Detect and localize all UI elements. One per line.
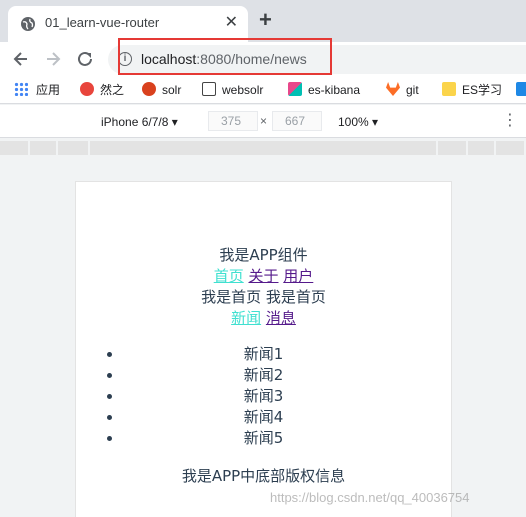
- close-icon[interactable]: ✕: [225, 14, 238, 32]
- browser-tab[interactable]: 01_learn-vue-router ✕: [8, 6, 248, 42]
- device-toolbar: iPhone 6/7/8 ▾ 375 × 667 100% ▾ ⋮: [0, 105, 526, 138]
- back-arrow-icon[interactable]: [10, 48, 32, 70]
- folder-icon: [442, 82, 456, 96]
- sub-nav: 新闻 消息: [76, 307, 451, 328]
- nav-link-user[interactable]: 用户: [283, 267, 313, 285]
- forward-arrow-icon[interactable]: [42, 48, 64, 70]
- bookmark-git[interactable]: git: [386, 82, 419, 98]
- url-highlight-annotation: [118, 38, 332, 75]
- globe-icon: [21, 17, 35, 31]
- gitlab-icon: [386, 82, 400, 96]
- bookmark-icon: [516, 82, 526, 96]
- app-footer: 我是APP中底部版权信息: [181, 467, 346, 485]
- device-height-input[interactable]: 667: [272, 111, 322, 131]
- more-options-icon[interactable]: ⋮: [502, 111, 518, 131]
- device-name: iPhone 6/7/8: [101, 115, 169, 129]
- watermark: https://blog.csdn.net/qq_40036754: [270, 490, 470, 505]
- device-viewport: 我是APP组件 首页 关于 用户 我是首页 我是首页 新闻 消息 新闻1 新闻2…: [75, 181, 452, 517]
- list-item: 新闻1: [76, 344, 451, 365]
- bookmark-label: git: [406, 83, 419, 97]
- list-item: 新闻5: [76, 428, 451, 449]
- kibana-icon: [288, 82, 302, 96]
- apps-grid-icon: [14, 82, 28, 96]
- bookmark-websolr[interactable]: websolr: [202, 82, 263, 98]
- dimension-separator: ×: [260, 114, 268, 128]
- ranzhi-icon: [80, 82, 94, 96]
- bookmark-label: ES学习: [462, 83, 503, 97]
- tab-title: 01_learn-vue-router: [45, 15, 160, 30]
- bookmarks-bar: 应用 然之 solr websolr es-kibana git ES学习: [0, 76, 526, 104]
- device-select[interactable]: iPhone 6/7/8 ▾: [101, 115, 178, 129]
- bookmark-label: es-kibana: [308, 83, 361, 97]
- bookmark-label: websolr: [222, 83, 264, 97]
- news-list: 新闻1 新闻2 新闻3 新闻4 新闻5: [76, 344, 451, 449]
- bookmark-ranzhi[interactable]: 然之: [80, 82, 124, 98]
- zoom-select[interactable]: 100% ▾: [338, 115, 378, 129]
- reload-icon[interactable]: [74, 48, 96, 70]
- device-width-input[interactable]: 375: [208, 111, 258, 131]
- bookmark-label: 然之: [100, 83, 125, 97]
- bookmark-es[interactable]: ES学习: [442, 82, 502, 98]
- home-text: 我是首页 我是首页: [201, 288, 326, 306]
- app-header: 我是APP组件: [219, 246, 308, 264]
- bookmark-kibana[interactable]: es-kibana: [288, 82, 360, 98]
- list-item: 新闻3: [76, 386, 451, 407]
- bookmark-overflow[interactable]: [516, 82, 526, 98]
- list-item: 新闻4: [76, 407, 451, 428]
- nav-link-about[interactable]: 关于: [248, 267, 278, 285]
- media-query-ruler: [0, 139, 526, 157]
- new-tab-button[interactable]: +: [259, 9, 272, 31]
- sub-nav-link-news[interactable]: 新闻: [231, 309, 261, 327]
- zoom-value: 100%: [338, 115, 369, 129]
- list-item: 新闻2: [76, 365, 451, 386]
- solr-icon: [142, 82, 156, 96]
- bookmark-label: 应用: [36, 83, 61, 97]
- tab-strip: 01_learn-vue-router ✕ +: [0, 0, 526, 42]
- bookmark-label: solr: [162, 83, 182, 97]
- bookmark-apps[interactable]: 应用: [14, 82, 60, 98]
- main-nav: 首页 关于 用户: [76, 265, 451, 286]
- nav-link-home[interactable]: 首页: [214, 267, 244, 285]
- websolr-icon: [202, 82, 216, 96]
- sub-nav-link-message[interactable]: 消息: [266, 309, 296, 327]
- bookmark-solr[interactable]: solr: [142, 82, 181, 98]
